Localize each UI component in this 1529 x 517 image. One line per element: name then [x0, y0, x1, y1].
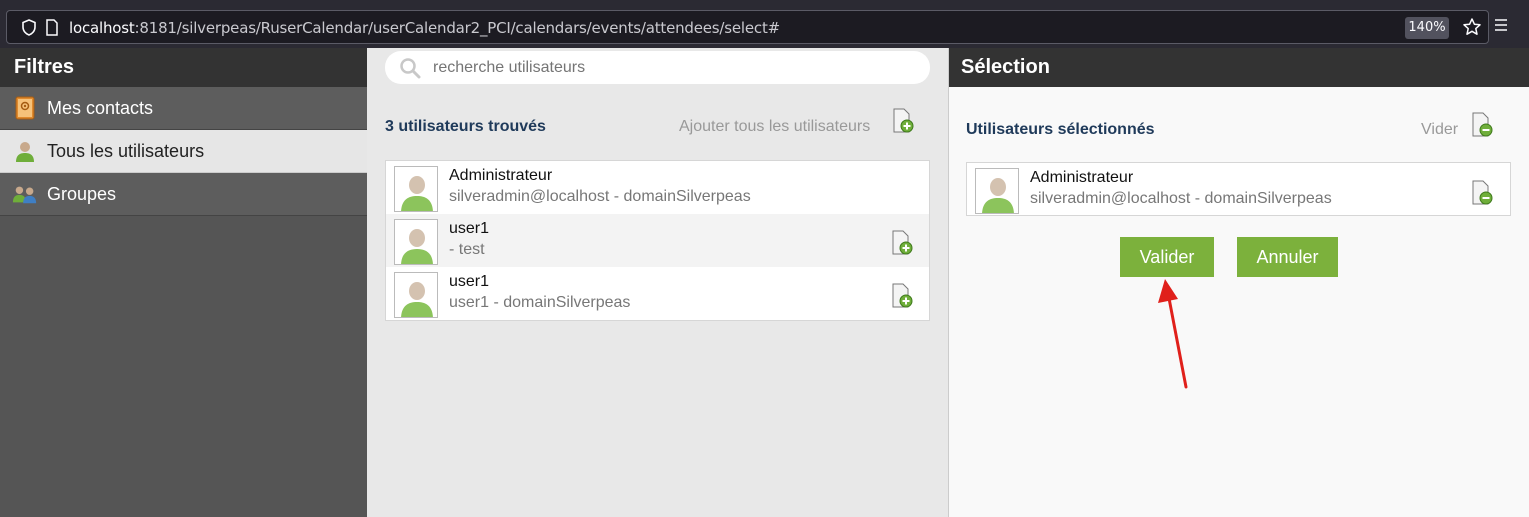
search-results-panel: 3 utilisateurs trouvés Ajouter tous les … — [367, 48, 948, 517]
search-icon — [399, 57, 421, 84]
avatar — [975, 168, 1019, 214]
url-path: :8181/silverpeas/RuserCalendar/userCalen… — [134, 19, 781, 37]
search-input[interactable] — [433, 57, 913, 79]
add-all-users-icon[interactable] — [892, 108, 914, 139]
add-user-icon[interactable] — [891, 230, 913, 261]
filters-panel: Filtres Mes contacts Tous les utilisateu… — [0, 48, 367, 517]
remove-user-icon[interactable] — [1471, 180, 1493, 211]
annotation-arrow-icon — [1150, 275, 1200, 400]
user-name: user1 — [449, 273, 490, 290]
list-item[interactable]: user1 user1 - domainSilverpeas — [386, 267, 929, 320]
filter-item-tous-les-utilisateurs[interactable]: Tous les utilisateurs — [0, 130, 367, 173]
list-item: Administrateur silveradmin@localhost - d… — [967, 163, 1510, 215]
zoom-level-badge[interactable]: 140% — [1405, 17, 1449, 39]
user-results-list: Administrateur silveradmin@localhost - d… — [385, 160, 930, 321]
filter-label: Mes contacts — [47, 97, 154, 118]
user-detail: - test — [449, 241, 485, 258]
clear-selection-link[interactable]: Vider — [1421, 121, 1458, 139]
avatar — [394, 219, 438, 265]
selection-title: Sélection — [949, 48, 1529, 87]
clear-selection-icon[interactable] — [1471, 112, 1493, 143]
validate-button[interactable]: Valider — [1120, 237, 1214, 277]
filter-item-groupes[interactable]: Groupes — [0, 173, 367, 216]
bookmark-star-icon[interactable] — [1462, 17, 1482, 42]
user-icon — [12, 138, 38, 164]
list-item[interactable]: Administrateur silveradmin@localhost - d… — [386, 161, 929, 214]
user-detail: silveradmin@localhost - domainSilverpeas — [1030, 190, 1332, 207]
browser-toolbar: localhost:8181/silverpeas/RuserCalendar/… — [0, 0, 1529, 48]
user-detail: user1 - domainSilverpeas — [449, 294, 631, 311]
user-name: Administrateur — [449, 167, 553, 184]
filters-title: Filtres — [0, 48, 367, 87]
filter-label: Tous les utilisateurs — [47, 140, 205, 161]
cancel-button[interactable]: Annuler — [1237, 237, 1338, 277]
filter-item-mes-contacts[interactable]: Mes contacts — [0, 87, 367, 130]
hamburger-menu-icon[interactable] — [1493, 18, 1509, 37]
avatar — [394, 272, 438, 318]
list-item[interactable]: user1 - test — [386, 214, 929, 267]
user-name: user1 — [449, 220, 490, 237]
filter-label: Groupes — [47, 183, 117, 204]
url-host: localhost — [69, 19, 135, 37]
shield-icon[interactable] — [21, 19, 37, 41]
selection-panel: Sélection Utilisateurs sélectionnés Vide… — [948, 48, 1529, 517]
user-name: Administrateur — [1030, 169, 1134, 186]
selected-users-list: Administrateur silveradmin@localhost - d… — [966, 162, 1511, 216]
group-icon — [12, 181, 38, 207]
add-user-icon[interactable] — [891, 283, 913, 314]
search-box[interactable] — [385, 51, 930, 84]
selected-users-label: Utilisateurs sélectionnés — [966, 121, 1155, 138]
avatar — [394, 166, 438, 212]
page-icon — [45, 19, 59, 41]
users-found-count: 3 utilisateurs trouvés — [385, 118, 546, 135]
address-bar[interactable]: localhost:8181/silverpeas/RuserCalendar/… — [6, 10, 1489, 44]
url-text[interactable]: localhost:8181/silverpeas/RuserCalendar/… — [69, 19, 780, 37]
contacts-book-icon — [12, 95, 38, 121]
add-all-users-link[interactable]: Ajouter tous les utilisateurs — [679, 118, 870, 136]
user-detail: silveradmin@localhost - domainSilverpeas — [449, 188, 751, 205]
